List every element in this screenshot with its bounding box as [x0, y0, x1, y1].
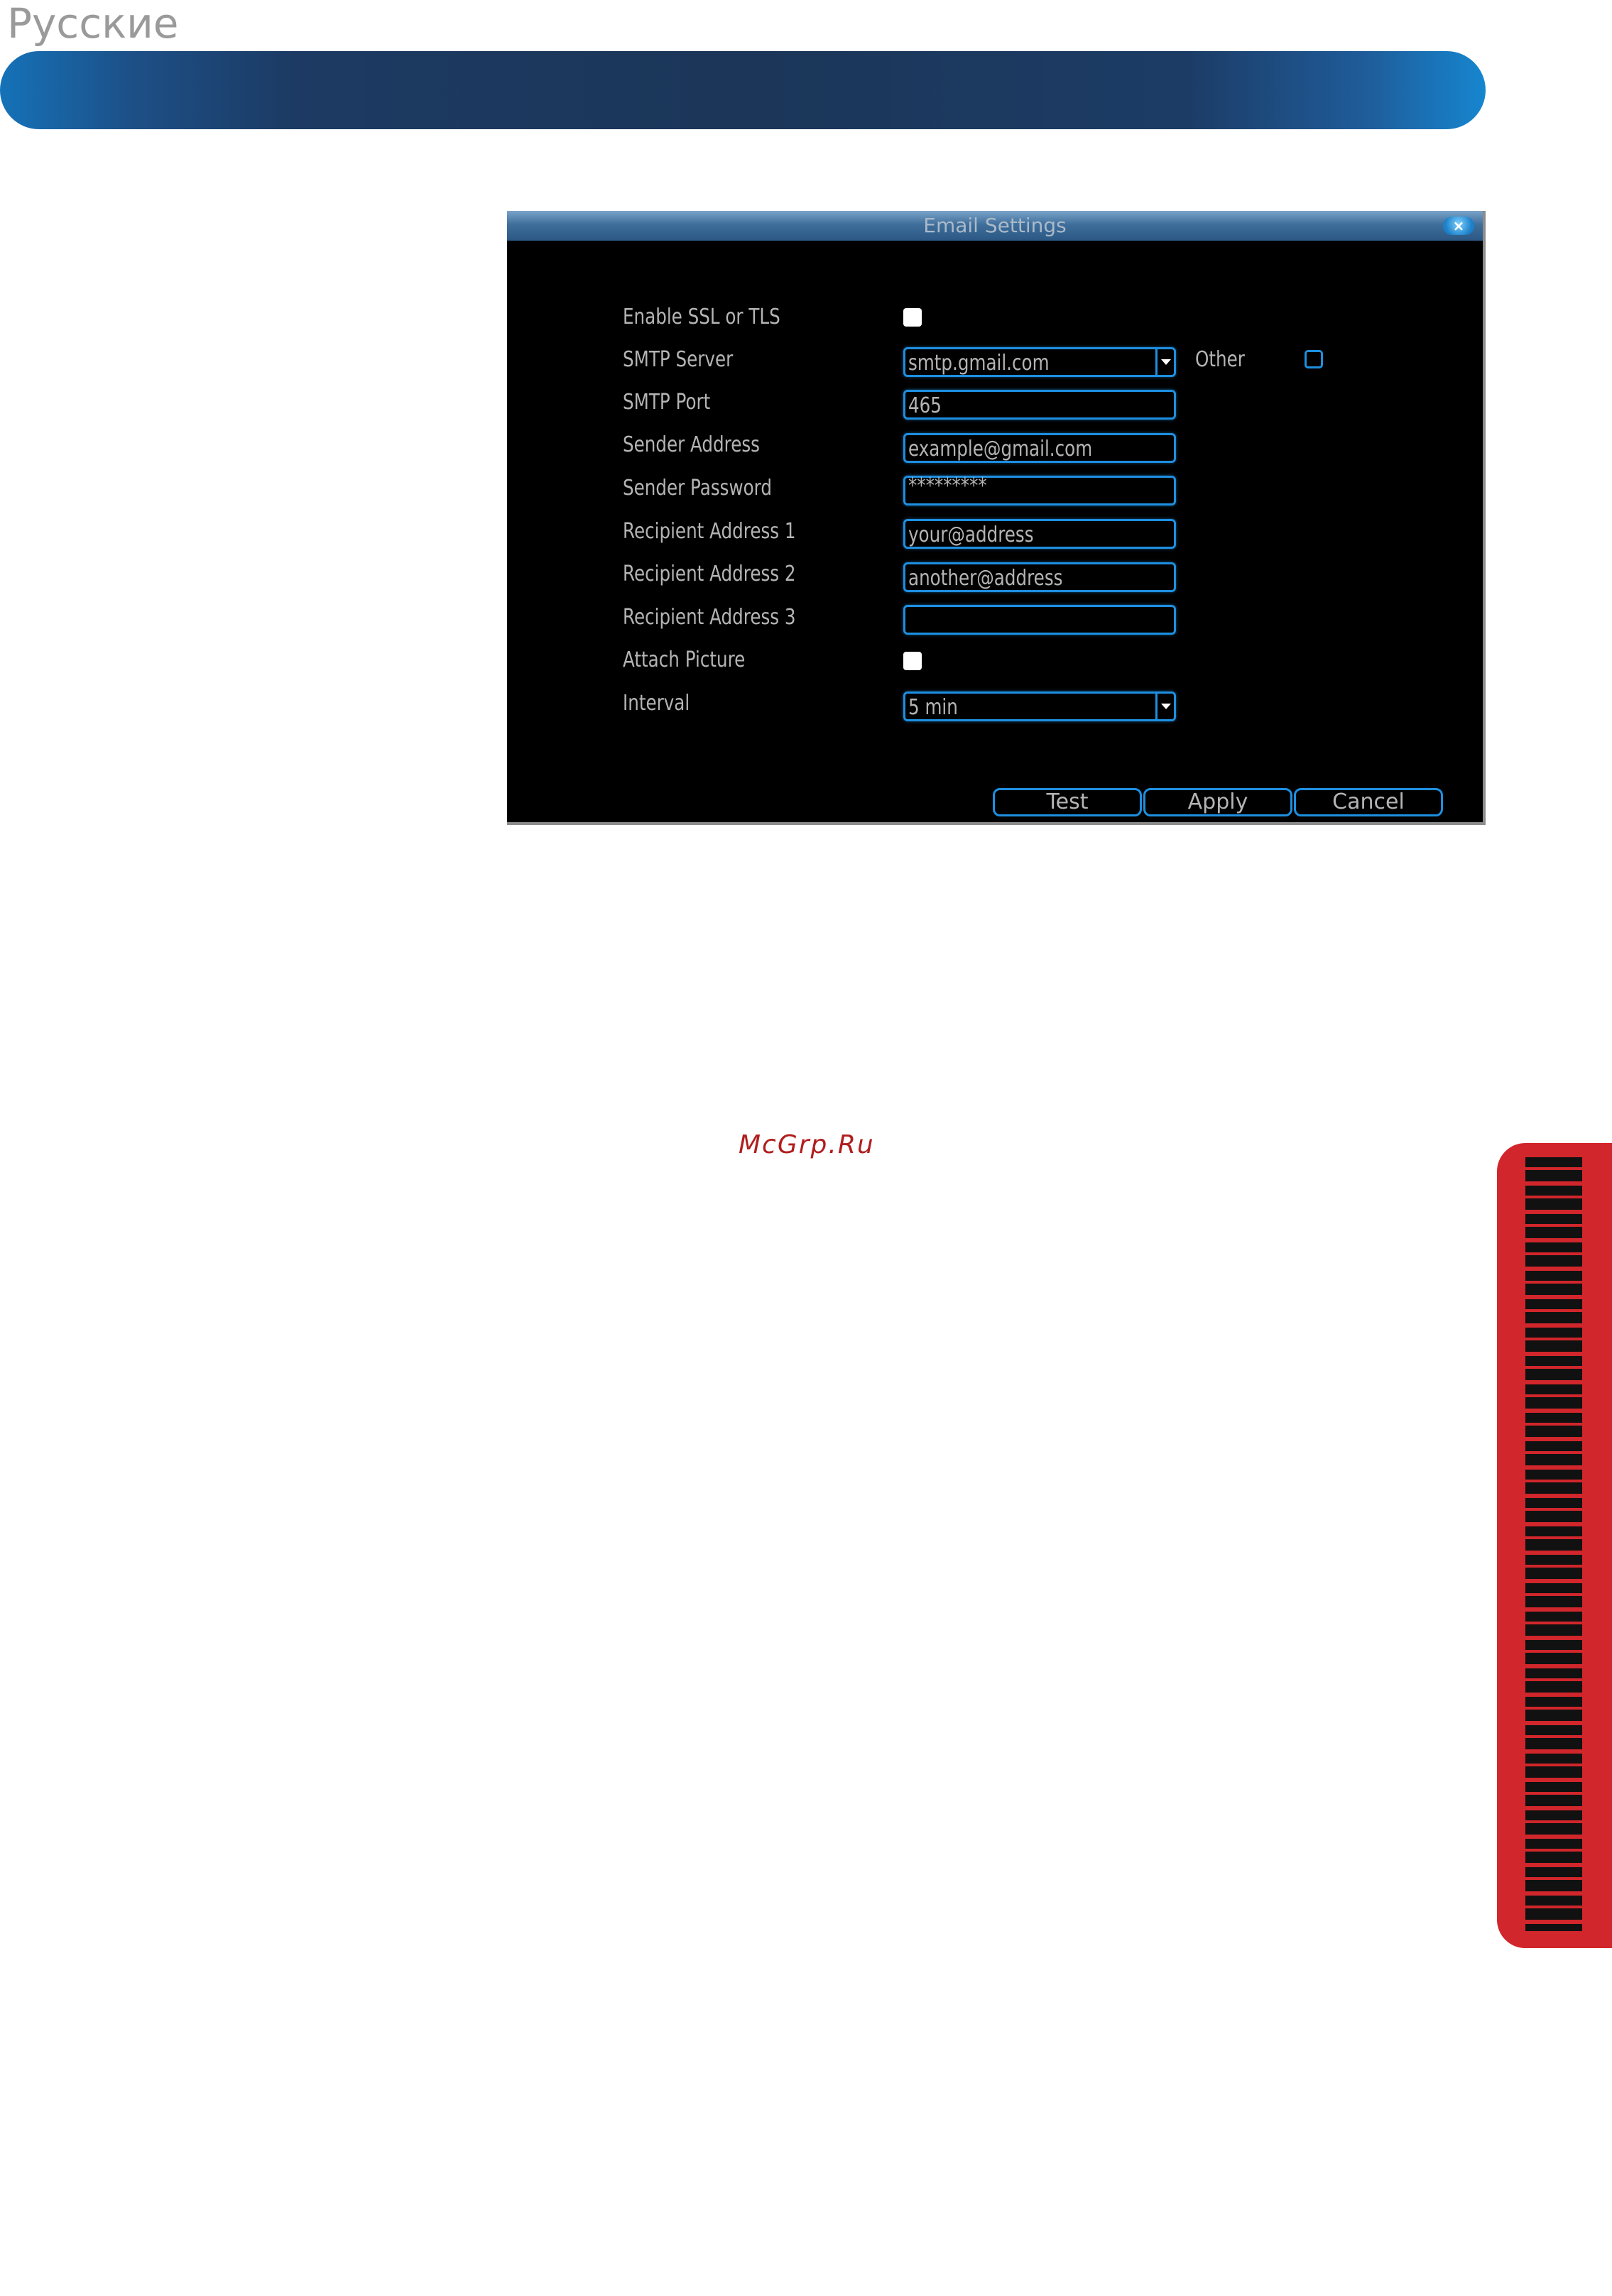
sender-password-label: Sender Password: [623, 476, 772, 501]
header-band: [0, 51, 1486, 129]
side-language-tab: [1497, 1143, 1612, 1948]
smtp-server-value: smtp.gmail.com: [908, 351, 1050, 376]
interval-select[interactable]: 5 min: [903, 691, 1176, 721]
recipient-address-3-input[interactable]: [903, 605, 1176, 635]
other-label: Other: [1195, 347, 1245, 372]
side-tab-vertical-text: [1525, 1157, 1582, 1931]
close-button[interactable]: ×: [1443, 217, 1474, 235]
sender-address-value: example@gmail.com: [908, 437, 1093, 461]
test-button[interactable]: Test: [993, 788, 1142, 816]
recipient-address-2-input[interactable]: another@address: [903, 562, 1176, 592]
smtp-port-value: 465: [908, 393, 942, 418]
dialog-title: Email Settings: [923, 214, 1067, 237]
attach-picture-checkbox[interactable]: [903, 652, 922, 670]
chevron-down-icon[interactable]: [1155, 694, 1174, 719]
language-title: Русские: [7, 0, 179, 48]
sender-address-input[interactable]: example@gmail.com: [903, 433, 1176, 463]
other-checkbox[interactable]: [1305, 350, 1323, 368]
apply-button[interactable]: Apply: [1143, 788, 1292, 816]
sender-password-value: *********: [908, 474, 987, 498]
email-settings-dialog: Email Settings × Enable SSL or TLS SMTP …: [507, 211, 1486, 825]
sender-password-input[interactable]: *********: [903, 474, 1176, 505]
smtp-server-label: SMTP Server: [623, 347, 734, 372]
smtp-server-select[interactable]: smtp.gmail.com: [903, 347, 1176, 377]
recipient-address-1-value: your@address: [908, 523, 1034, 547]
recipient-address-2-label: Recipient Address 2: [623, 562, 796, 586]
chevron-down-icon[interactable]: [1155, 349, 1174, 375]
recipient-address-3-label: Recipient Address 3: [623, 605, 796, 630]
attach-picture-label: Attach Picture: [623, 647, 746, 672]
interval-value: 5 min: [908, 695, 958, 720]
cancel-button[interactable]: Cancel: [1294, 788, 1443, 816]
ssl-label: Enable SSL or TLS: [623, 305, 780, 329]
ssl-checkbox[interactable]: [903, 308, 922, 327]
recipient-address-1-label: Recipient Address 1: [623, 519, 796, 544]
recipient-address-1-input[interactable]: your@address: [903, 519, 1176, 549]
recipient-address-2-value: another@address: [908, 566, 1063, 591]
smtp-port-input[interactable]: 465: [903, 390, 1176, 420]
smtp-port-label: SMTP Port: [623, 390, 711, 415]
watermark: McGrp.Ru: [739, 1130, 875, 1159]
interval-label: Interval: [623, 691, 690, 716]
sender-address-label: Sender Address: [623, 432, 760, 457]
